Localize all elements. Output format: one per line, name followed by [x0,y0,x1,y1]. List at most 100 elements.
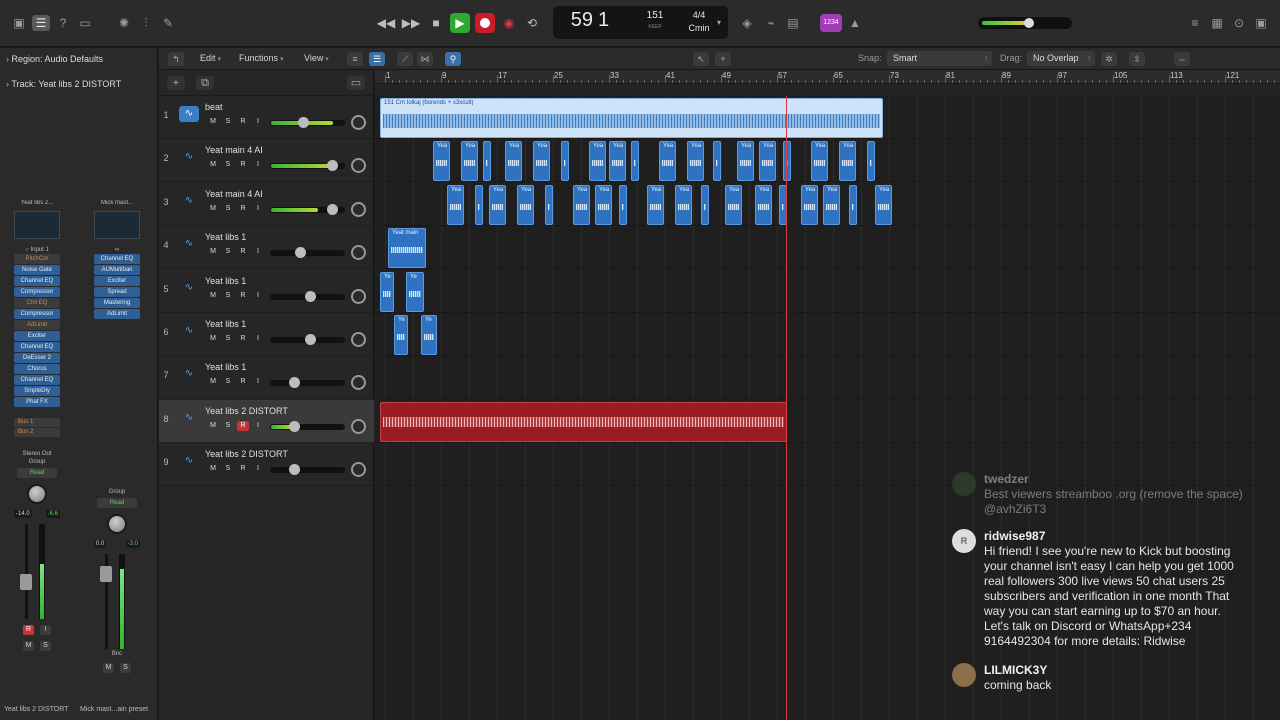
pan-knob[interactable] [27,484,47,504]
audio-region[interactable]: Yea [659,141,676,182]
mute-button[interactable]: M [207,204,219,214]
marker-lane[interactable] [375,84,1280,96]
volume-fader[interactable] [17,524,57,619]
track-volume-slider[interactable] [270,464,345,476]
track-name[interactable]: Yeat libs 1 [205,319,246,329]
audio-region[interactable]: Yeat main [388,228,426,269]
inspector-toggle-icon[interactable]: ☰ [32,15,50,31]
mute-button[interactable]: M [207,247,219,257]
catch-icon[interactable]: ↰ [168,52,184,66]
solo-button[interactable]: S [222,160,234,170]
track-pan-knob[interactable] [351,332,366,347]
track-volume-slider[interactable] [270,247,345,259]
track-header[interactable]: 3 ∿ Yeat main 4 AI M S R I [159,183,374,226]
audio-region[interactable]: Yea [609,141,626,182]
quick-help-icon[interactable]: ? [54,15,72,31]
stop-icon[interactable]: ■ [426,13,446,33]
input-monitor-button[interactable]: I [252,117,264,127]
track-header[interactable]: 4 ∿ Yeat libs 1 MSRI [159,226,374,270]
list-editors-icon[interactable]: ≡ [1186,15,1204,31]
grid-view-icon[interactable]: ☰ [369,52,385,66]
track-volume-knob[interactable] [298,117,309,128]
duplicate-track-icon[interactable]: ⧉ [196,76,214,90]
input-monitor-button[interactable]: I [252,247,264,257]
group-slot[interactable]: Group [94,489,140,495]
track-pan-knob[interactable] [351,245,366,261]
loop-browser-icon[interactable]: ⊙ [1230,15,1248,31]
region-inspector-header[interactable]: › Region: Audio Defaults [6,54,103,64]
track-volume-knob[interactable] [305,334,316,345]
audio-region-recorded[interactable] [380,401,787,442]
send-slot[interactable]: Bus 1 [14,418,60,427]
global-tracks-icon[interactable]: ▭ [347,76,365,90]
record-enable-button[interactable]: R [237,247,249,257]
audio-region[interactable]: Yea [433,141,450,182]
eq-thumbnail[interactable] [94,211,140,239]
audio-region[interactable]: Yea [759,141,776,182]
plugin-slot[interactable]: AUMultiban [94,265,140,275]
chat-username[interactable]: twedzer [984,472,1029,486]
lcd-menu-chevron-icon[interactable]: ▾ [717,18,721,27]
lcd-display[interactable]: 59 1 151 KEEP 4/4 Cmin ▾ [553,6,728,39]
record-enable-button[interactable]: R [237,160,249,170]
solo-button[interactable]: S [120,663,131,673]
plugin-slot[interactable]: Compressor [14,287,60,297]
track-header[interactable]: 5 ∿ Yeat libs 1 MSRI [159,270,374,313]
audio-region[interactable]: Yea [533,141,550,182]
plugin-slot[interactable]: Channel EQ [14,342,60,352]
audio-region[interactable]: Ye [406,271,424,312]
mute-button[interactable]: M [207,334,219,344]
audio-region[interactable]: Yea [839,141,856,182]
audio-track-icon[interactable]: ∿ [179,453,199,469]
track-pan-knob[interactable] [351,418,366,434]
metronome-icon[interactable]: ▲ [846,15,864,31]
notepad-icon[interactable]: ▦ [1208,15,1226,31]
mute-button[interactable]: M [207,291,219,301]
audio-region[interactable]: Yea [447,184,464,225]
track-lane[interactable] [375,313,1280,356]
count-in-button[interactable]: 1234 [820,14,842,32]
link-icon[interactable]: ∞ [94,247,140,253]
audio-track-icon[interactable]: ∿ [179,323,199,339]
audio-region[interactable]: Yea [589,141,606,182]
track-volume-slider[interactable] [270,420,345,432]
solo-mode-icon[interactable]: ▤ [784,15,802,31]
chat-username[interactable]: ridwise987 [984,529,1045,543]
mute-button[interactable]: M [23,641,34,651]
audio-region[interactable]: Yea [573,184,590,225]
input-monitor-button[interactable]: I [252,377,264,387]
track-pan-knob[interactable] [351,375,366,391]
secondary-tool-icon[interactable]: + [715,52,731,66]
playhead[interactable] [786,96,787,720]
automation-icon[interactable]: ⟋ [397,52,413,66]
plugin-slot[interactable]: PitchCor [14,254,60,264]
track-name[interactable]: Yeat libs 1 [205,362,246,372]
solo-button[interactable]: S [222,247,234,257]
track-name[interactable]: Yeat libs 2 DISTORT [205,406,288,416]
plugin-slot[interactable]: Chorus [14,364,60,374]
rewind-icon[interactable]: ◀◀ [376,13,396,33]
track-volume-slider[interactable] [270,203,345,215]
audio-region[interactable]: Yea [489,184,506,225]
record-enable-button[interactable]: R [237,464,249,474]
waveform-zoom-icon[interactable]: ✲ [1101,52,1117,66]
plugin-slot[interactable]: Mastering [94,298,140,308]
audio-region-beat[interactable]: 151 Cm tolkaj (borends + s3xcult) [380,98,883,138]
audio-region[interactable] [849,184,857,225]
track-volume-knob[interactable] [305,290,316,302]
input-monitor-button[interactable]: I [252,291,264,301]
track-pan-knob[interactable] [351,115,366,130]
library-icon[interactable]: ▣ [10,15,28,31]
smart-controls-icon[interactable]: ✺ [115,15,133,31]
play-button[interactable]: ▶ [450,13,470,33]
solo-button[interactable]: S [40,641,51,651]
track-volume-knob[interactable] [289,377,300,389]
solo-button[interactable]: S [222,464,234,474]
solo-button[interactable]: S [222,291,234,301]
audio-track-icon[interactable]: ∿ [179,366,199,382]
pointer-tool-icon[interactable]: ↖ [693,52,709,66]
track-name[interactable]: Yeat libs 2 DISTORT [205,449,288,459]
track-header[interactable]: 6 ∿ Yeat libs 1 MSRI [159,313,374,356]
flex-icon[interactable]: ⋈ [417,52,433,66]
track-name[interactable]: Yeat main 4 AI [205,189,263,199]
